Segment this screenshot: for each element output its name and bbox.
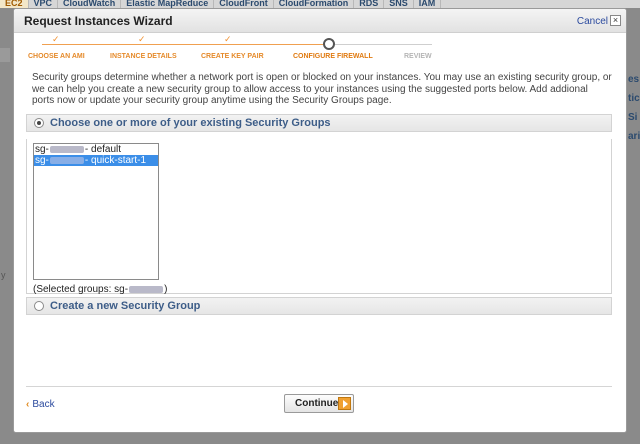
step-instance-details: INSTANCE DETAILS	[110, 53, 177, 60]
step-choose-ami: CHOOSE AN AMI	[28, 53, 85, 60]
redacted-id	[49, 156, 84, 164]
arrow-right-icon	[338, 397, 351, 410]
existing-groups-label[interactable]: Choose one or more of your existing Secu…	[50, 117, 331, 129]
progress-line-completed	[42, 44, 329, 45]
tab-cloudfront[interactable]: CloudFront	[214, 0, 274, 8]
sg-name: - quick-start-1	[84, 155, 147, 166]
list-item[interactable]: sg- - default	[34, 144, 158, 155]
cancel-link[interactable]: Cancel	[577, 16, 608, 27]
sg-name: - default	[84, 144, 122, 155]
console-right-text: tic	[628, 93, 640, 104]
sg-prefix: sg-	[35, 155, 49, 166]
back-button[interactable]: ‹ Back	[26, 399, 55, 410]
console-right-fragments: es tic Si ari	[628, 70, 640, 146]
tab-cloudwatch[interactable]: CloudWatch	[58, 0, 122, 8]
tab-cloudformation[interactable]: CloudFormation	[274, 0, 355, 8]
console-right-text: es	[628, 74, 640, 85]
new-security-group-option[interactable]: Create a new Security Group	[26, 297, 612, 315]
selected-groups-summary: (Selected groups: sg-)	[33, 284, 167, 295]
security-groups-intro: Security groups determine whether a netw…	[32, 72, 612, 106]
selected-groups-prefix: (Selected groups: sg-	[33, 284, 129, 295]
new-group-radio[interactable]	[34, 301, 44, 311]
step-review: REVIEW	[404, 53, 432, 60]
tab-elastic-mapreduce[interactable]: Elastic MapReduce	[121, 0, 215, 8]
sg-prefix: sg-	[35, 144, 49, 155]
selected-groups-suffix: )	[164, 284, 168, 295]
continue-label: Continue	[295, 398, 339, 409]
console-top-nav: EC2 VPC CloudWatch Elastic MapReduce Clo…	[0, 0, 640, 8]
step-complete-check-icon: ✓	[138, 34, 146, 44]
existing-groups-radio[interactable]	[34, 118, 44, 128]
back-label: Back	[32, 399, 55, 410]
new-group-label[interactable]: Create a new Security Group	[50, 300, 200, 312]
footer-divider	[26, 386, 612, 387]
tab-iam[interactable]: IAM	[414, 0, 442, 8]
tab-ec2[interactable]: EC2	[0, 0, 29, 8]
current-step-marker-icon	[323, 38, 335, 50]
chevron-left-icon: ‹	[26, 399, 30, 410]
step-complete-check-icon: ✓	[52, 34, 60, 44]
step-create-key-pair: CREATE KEY PAIR	[201, 53, 264, 60]
tab-vpc[interactable]: VPC	[29, 0, 59, 8]
tab-sns[interactable]: SNS	[384, 0, 414, 8]
console-left-text: y	[1, 270, 6, 280]
request-instances-wizard-dialog: Request Instances Wizard Cancel × ✓ ✓ ✓ …	[13, 8, 627, 433]
console-right-text: ari	[628, 131, 640, 142]
console-left-fragment	[0, 48, 10, 62]
console-right-text: Si	[628, 112, 638, 123]
close-icon[interactable]: ×	[610, 15, 621, 26]
redacted-id	[49, 145, 84, 153]
step-configure-firewall: CONFIGURE FIREWALL	[293, 53, 373, 60]
step-complete-check-icon: ✓	[224, 34, 232, 44]
dialog-header: Request Instances Wizard Cancel ×	[14, 9, 626, 33]
continue-button[interactable]: Continue	[284, 394, 354, 413]
tab-rds[interactable]: RDS	[354, 0, 385, 8]
redacted-id	[129, 285, 164, 293]
dialog-title: Request Instances Wizard	[24, 14, 173, 28]
security-group-listbox[interactable]: sg- - default sg- - quick-start-1	[33, 143, 159, 280]
progress-line-remaining	[335, 44, 432, 45]
existing-security-groups-option[interactable]: Choose one or more of your existing Secu…	[26, 114, 612, 132]
list-item[interactable]: sg- - quick-start-1	[34, 155, 158, 166]
existing-groups-panel: sg- - default sg- - quick-start-1 (Selecte…	[26, 139, 612, 295]
